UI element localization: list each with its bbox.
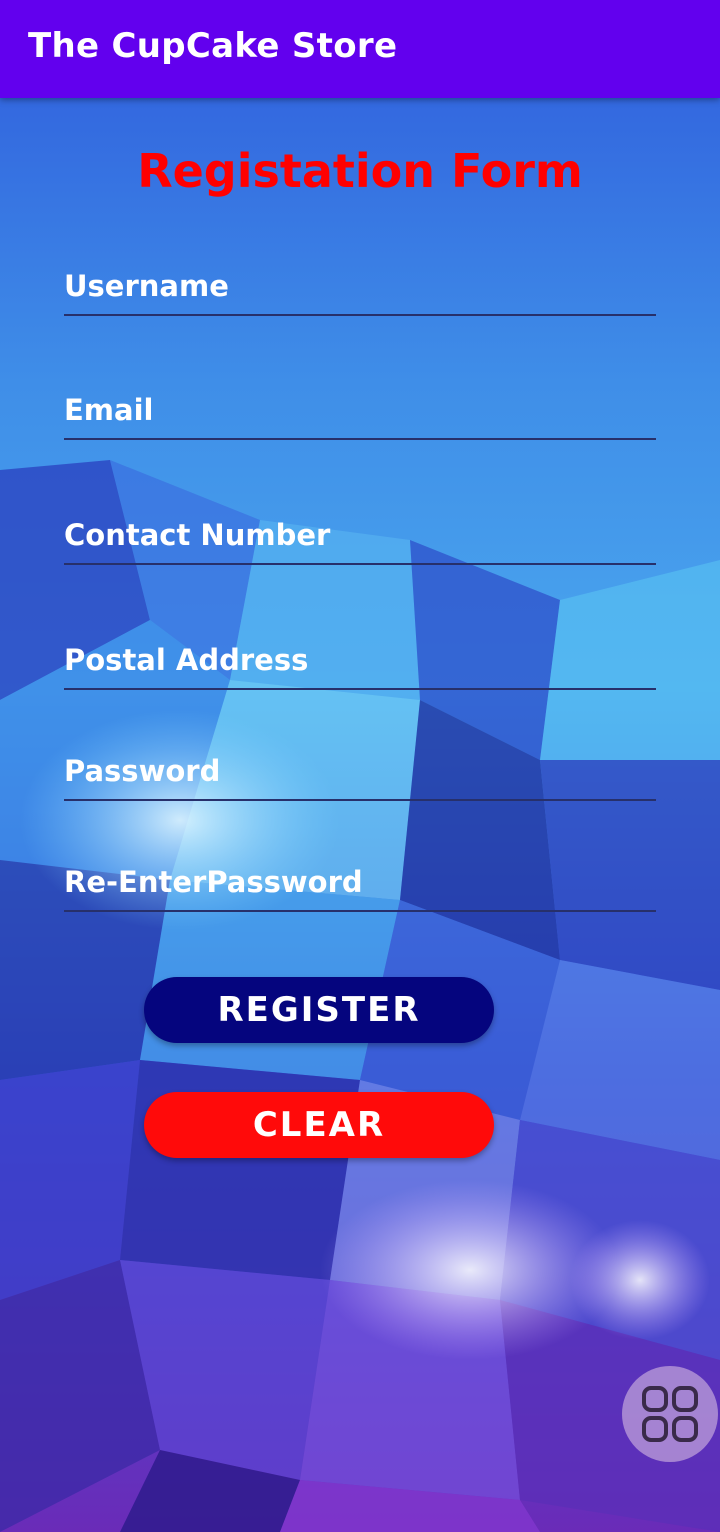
password-input[interactable] — [64, 749, 656, 793]
email-field-container — [64, 378, 656, 440]
username-field-container — [64, 254, 656, 316]
contact-number-input[interactable] — [64, 513, 656, 557]
registration-screen: The CupCake Store Registation Form REGIS… — [0, 0, 720, 1532]
contact-number-field-container — [64, 503, 656, 565]
grid-apps-icon — [642, 1386, 698, 1442]
reenter-password-field-container — [64, 850, 656, 912]
app-bar: The CupCake Store — [0, 0, 720, 98]
register-button[interactable]: REGISTER — [144, 977, 494, 1043]
postal-address-field-container — [64, 628, 656, 690]
reenter-password-input[interactable] — [64, 860, 656, 904]
clear-button[interactable]: CLEAR — [144, 1092, 494, 1158]
app-title: The CupCake Store — [28, 26, 398, 66]
password-field-container — [64, 739, 656, 801]
username-input[interactable] — [64, 264, 656, 308]
form-title: Registation Form — [137, 144, 583, 198]
postal-address-input[interactable] — [64, 638, 656, 682]
floating-apps-button[interactable] — [622, 1366, 718, 1462]
email-input[interactable] — [64, 388, 656, 432]
